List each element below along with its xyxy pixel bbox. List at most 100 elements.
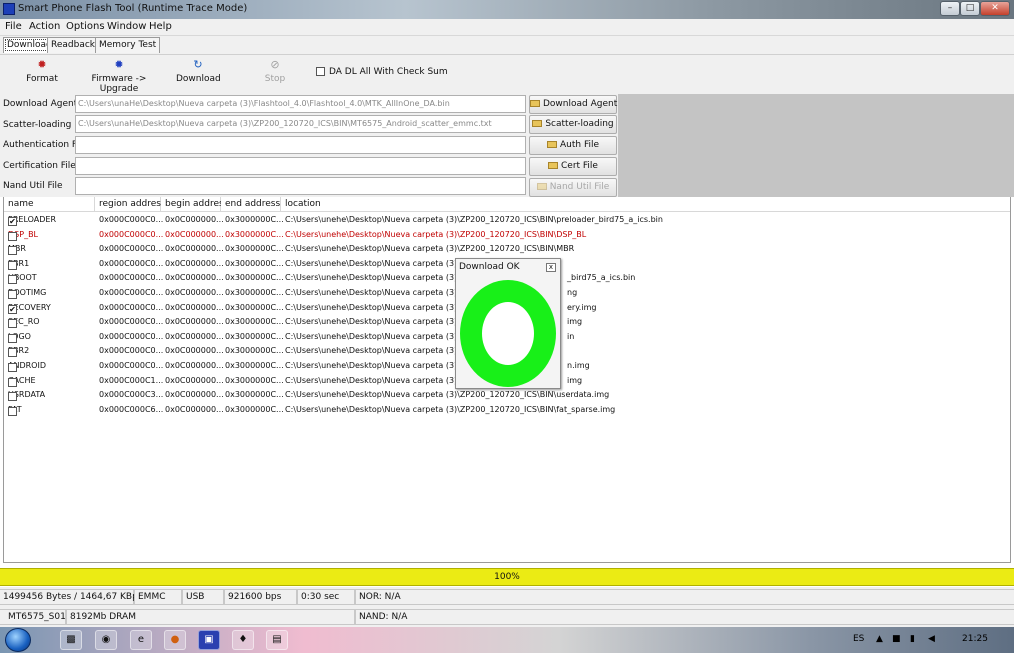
- program-taskbar-icon[interactable]: ♦: [232, 630, 254, 650]
- close-button[interactable]: ✕: [980, 1, 1010, 16]
- network-icon[interactable]: ■: [892, 634, 901, 644]
- table-row[interactable]: MBR 0x000C000C0...0x0C000000...0x3000000C…: [4, 242, 1010, 257]
- dialog-close-button[interactable]: x: [546, 263, 556, 272]
- row-checkbox[interactable]: [8, 363, 17, 372]
- download-agent-button[interactable]: Download Agent: [529, 95, 617, 114]
- column-header-end-address[interactable]: end address: [221, 197, 281, 212]
- table-row[interactable]: USRDATA 0x000C000C3... 0x0C000000... 0x3000…: [4, 388, 1010, 403]
- firmware-upgrade-button[interactable]: ✹ Firmware -> Upgrade: [80, 59, 158, 95]
- explorer-taskbar-icon[interactable]: ▩: [60, 630, 82, 650]
- row-location: C:\Users\unehe\Desktop\Nueva carpeta (3)…: [285, 346, 466, 356]
- flash-tool-taskbar-icon[interactable]: ▣: [198, 630, 220, 650]
- start-button[interactable]: [5, 628, 31, 652]
- download-agent-field[interactable]: C:\Users\unaHe\Desktop\Nueva carpeta (3)…: [75, 95, 526, 113]
- row-location: C:\Users\unehe\Desktop\Nueva carpeta (3)…: [285, 244, 575, 254]
- row-checkbox[interactable]: [8, 290, 17, 299]
- status-bytes: 1499456 Bytes / 1464,67 KBps: [0, 589, 143, 605]
- stop-icon: ⊘: [270, 58, 280, 71]
- row-name-cell: USRDATA: [8, 390, 45, 402]
- auth-file-button[interactable]: Auth File: [529, 136, 617, 155]
- column-header-location[interactable]: location: [281, 197, 1010, 212]
- volume-icon[interactable]: ◀: [928, 634, 935, 644]
- minimize-button[interactable]: –: [940, 1, 960, 16]
- row-begin-address: 0x0C000000...: [165, 346, 224, 356]
- language-indicator[interactable]: ES: [853, 634, 864, 644]
- download-ok-dialog: Download OK x: [455, 258, 561, 389]
- format-button[interactable]: ✹ Format: [22, 59, 62, 93]
- row-name-cell: UBOOT: [8, 273, 37, 285]
- row-begin-address: 0x0C000000...: [165, 317, 224, 327]
- certification-file-label: Certification File: [3, 161, 76, 171]
- format-icon: ✹: [37, 58, 47, 71]
- row-end-address: 0x3000000C...: [225, 258, 284, 268]
- menu-action[interactable]: Action: [29, 21, 60, 32]
- folder-icon: [532, 120, 543, 127]
- menu-options[interactable]: Options: [66, 21, 105, 32]
- row-checkbox[interactable]: [8, 392, 17, 402]
- clock[interactable]: 21:25: [962, 634, 988, 644]
- row-end-address: 0x3000000C...: [225, 229, 284, 239]
- nand-util-file-field[interactable]: [75, 177, 526, 195]
- taskbar: ▩ ◉ e ● ▣ ♦ ▤ ES ▲ ■ ▮ ◀ 21:25: [0, 627, 1014, 653]
- row-name-cell: ✔ RECOVERY: [8, 303, 51, 314]
- nand-util-file-button[interactable]: Nand Util File: [529, 178, 617, 197]
- row-region-address: 0x000C000C0...: [99, 273, 164, 283]
- media-player-taskbar-icon[interactable]: ◉: [95, 630, 117, 650]
- row-location-suffix: _bird75_a_ics.bin: [567, 273, 636, 283]
- status-chip: MT6575_S01: [0, 609, 66, 625]
- column-header-name[interactable]: name: [4, 197, 95, 212]
- tab-readback[interactable]: Readback: [47, 37, 100, 53]
- row-checkbox[interactable]: ✔: [8, 304, 17, 314]
- column-header-region-address[interactable]: region address: [95, 197, 166, 212]
- row-checkbox[interactable]: [8, 377, 17, 387]
- ie-taskbar-icon[interactable]: e: [130, 630, 152, 650]
- row-end-address: 0x3000000C...: [225, 375, 284, 385]
- authentication-file-field[interactable]: [75, 136, 526, 154]
- table-row[interactable]: FAT 0x000C000C6...0x0C000000...0x3000000C…: [4, 403, 1010, 418]
- row-checkbox[interactable]: [8, 319, 17, 329]
- row-begin-address: 0x0C000000...: [165, 288, 224, 297]
- firefox-taskbar-icon[interactable]: ●: [164, 630, 186, 650]
- row-begin-address: 0x0C000000...: [165, 331, 224, 341]
- window-title: Smart Phone Flash Tool (Runtime Trace Mo…: [18, 3, 248, 14]
- stop-button[interactable]: ⊘ Stop: [259, 59, 291, 93]
- row-location-suffix: ery.img: [567, 302, 597, 312]
- row-begin-address: 0x0C000000...: [165, 258, 224, 268]
- menu-window[interactable]: Window: [107, 21, 146, 32]
- menu-help[interactable]: Help: [149, 21, 172, 32]
- cert-file-button[interactable]: Cert File: [529, 157, 617, 176]
- download-button[interactable]: ↻ Download: [176, 59, 221, 93]
- row-checkbox[interactable]: [8, 275, 17, 285]
- show-hidden-icons-icon[interactable]: ▲: [876, 634, 883, 644]
- da-dl-all-checkbox[interactable]: DA DL All With Check Sum: [316, 67, 448, 77]
- status-time: 0:30 sec: [297, 589, 355, 605]
- row-checkbox[interactable]: [8, 348, 17, 358]
- menu-file[interactable]: File: [5, 21, 22, 32]
- row-location: C:\Users\unehe\Desktop\Nueva carpeta (3)…: [285, 273, 466, 283]
- scatter-loading-button[interactable]: Scatter-loading: [529, 115, 617, 134]
- row-checkbox[interactable]: [8, 260, 17, 270]
- window-taskbar-icon[interactable]: ▤: [266, 630, 288, 650]
- power-icon[interactable]: ▮: [910, 634, 915, 644]
- scatter-loading-field[interactable]: C:\Users\unaHe\Desktop\Nueva carpeta (3)…: [75, 115, 526, 133]
- row-region-address: 0x000C000C0...: [99, 215, 164, 224]
- row-checkbox[interactable]: [8, 333, 17, 343]
- column-header-begin-address[interactable]: begin address: [161, 197, 228, 212]
- row-checkbox[interactable]: [8, 246, 17, 256]
- row-checkbox[interactable]: ✔: [8, 217, 17, 226]
- title-bar: Smart Phone Flash Tool (Runtime Trace Mo…: [0, 0, 1014, 19]
- maximize-button[interactable]: □: [960, 1, 980, 16]
- row-region-address: 0x000C000C0...: [99, 331, 164, 341]
- tab-memory-test[interactable]: Memory Test: [95, 37, 161, 53]
- row-location: C:\Users\unehe\Desktop\Nueva carpeta (3)…: [285, 215, 663, 224]
- table-row[interactable]: DSP_BL 0x000C000C0... 0x0C000000... 0x30000…: [4, 228, 1010, 243]
- nand-util-file-label: Nand Util File: [3, 181, 63, 191]
- certification-file-field[interactable]: [75, 157, 526, 175]
- row-checkbox[interactable]: [8, 231, 17, 241]
- row-end-address: 0x3000000C...: [225, 346, 284, 356]
- folder-icon: [548, 162, 558, 169]
- status-baud: 921600 bps: [224, 589, 297, 605]
- row-checkbox[interactable]: [8, 406, 17, 416]
- row-location: C:\Users\unehe\Desktop\Nueva carpeta (3)…: [285, 302, 466, 312]
- table-row[interactable]: ✔ PRELOADER 0x000C000C0... 0x0C000000... 0x3…: [4, 213, 1010, 228]
